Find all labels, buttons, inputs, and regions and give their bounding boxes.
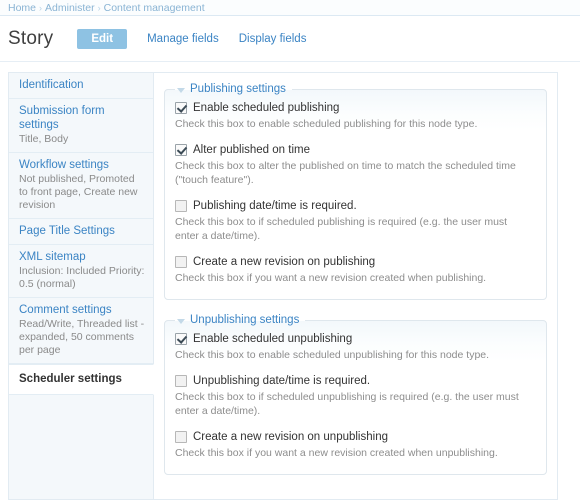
checkbox-label: Create a new revision on unpublishing xyxy=(193,431,388,443)
fieldset-legend[interactable]: Unpublishing settings xyxy=(175,314,305,326)
sidebar-item-summary: Title, Body xyxy=(19,133,69,145)
fieldset-legend-label: Publishing settings xyxy=(190,83,286,95)
sidebar-item-comment-settings[interactable]: Comment settings Read/Write, Threaded lis… xyxy=(9,298,153,364)
form-item: Create a new revision on unpublishing Che… xyxy=(175,430,536,460)
sidebar-item-submission-form-settings[interactable]: Submission form settings Title, Body xyxy=(9,99,153,153)
sidebar-item-page-title-settings[interactable]: Page Title Settings xyxy=(9,219,153,245)
fieldset-legend-label: Unpublishing settings xyxy=(190,314,300,326)
breadcrumb-item-home[interactable]: Home xyxy=(8,2,36,14)
checkbox-description: Check this box if you want a new revisio… xyxy=(175,272,487,284)
sidebar-item-label: Submission form settings xyxy=(19,105,105,131)
sidebar-item-summary: Not published, Promoted to front page, C… xyxy=(19,173,138,211)
checkbox-create-a-new-revision-on-unpublishing[interactable] xyxy=(175,431,187,443)
checkbox-row[interactable]: Enable scheduled unpublishing xyxy=(175,332,536,346)
checkbox-row[interactable]: Unpublishing date/time is required. xyxy=(175,374,536,388)
sidebar-item-summary: Inclusion: Included Priority: 0.5 (norma… xyxy=(19,265,145,290)
checkbox-row[interactable]: Publishing date/time is required. xyxy=(175,199,536,213)
sidebar-item-xml-sitemap[interactable]: XML sitemap Inclusion: Included Priority:… xyxy=(9,245,153,298)
checkbox-label: Create a new revision on publishing xyxy=(193,256,376,268)
sidebar-item-identification[interactable]: Identification xyxy=(9,73,153,99)
primary-tabs: Edit Manage fields Display fields xyxy=(77,28,317,49)
form-item: Create a new revision on publishing Check… xyxy=(175,255,536,285)
checkbox-row[interactable]: Alter published on time xyxy=(175,143,536,157)
checkbox-description: Check this box to enable scheduled publi… xyxy=(175,118,478,130)
form-item: Publishing date/time is required. Check t… xyxy=(175,199,536,243)
checkbox-description: Check this box to if scheduled unpublish… xyxy=(175,391,519,417)
checkbox-description: Check this box to alter the published on… xyxy=(175,160,516,186)
checkbox-publishing-date-time-is-required[interactable] xyxy=(175,200,187,212)
tab-manage-fields[interactable]: Manage fields xyxy=(137,29,229,49)
fieldset-unpublishing-settings: Unpublishing settings Enable scheduled un… xyxy=(164,314,547,475)
breadcrumb-separator: › xyxy=(97,3,101,13)
checkbox-enable-scheduled-unpublishing[interactable] xyxy=(175,333,187,345)
checkbox-label: Unpublishing date/time is required. xyxy=(193,375,371,387)
form-item: Alter published on time Check this box to… xyxy=(175,143,536,187)
checkbox-row[interactable]: Create a new revision on unpublishing xyxy=(175,430,536,444)
sidebar-item-workflow-settings[interactable]: Workflow settings Not published, Promoted… xyxy=(9,153,153,219)
breadcrumb-separator: › xyxy=(39,3,43,13)
checkbox-unpublishing-date-time-is-required[interactable] xyxy=(175,375,187,387)
sidebar-item-label: Scheduler settings xyxy=(19,373,122,385)
checkbox-enable-scheduled-publishing[interactable] xyxy=(175,102,187,114)
checkbox-description: Check this box to if scheduled publishin… xyxy=(175,216,508,242)
page-header: Story Edit Manage fields Display fields xyxy=(0,16,580,62)
form-item: Enable scheduled publishing Check this bo… xyxy=(175,101,536,131)
chevron-down-icon[interactable] xyxy=(177,87,185,93)
vertical-tab-content: Publishing settings Enable scheduled publ… xyxy=(154,73,557,499)
sidebar-item-label: Comment settings xyxy=(19,304,112,316)
breadcrumb: Home › Administer › Content management xyxy=(0,0,580,16)
tab-display-fields[interactable]: Display fields xyxy=(229,29,317,49)
fieldset-legend[interactable]: Publishing settings xyxy=(175,83,292,95)
page-title: Story xyxy=(8,27,54,49)
sidebar-item-label: Page Title Settings xyxy=(19,225,115,237)
settings-panel: Identification Submission form settings Ti… xyxy=(8,72,558,500)
fieldset-publishing-settings: Publishing settings Enable scheduled publ… xyxy=(164,83,547,300)
checkbox-alter-published-on-time[interactable] xyxy=(175,144,187,156)
sidebar-item-summary: Read/Write, Threaded list - expanded, 50… xyxy=(19,318,145,356)
checkbox-label: Enable scheduled publishing xyxy=(193,102,340,114)
checkbox-description: Check this box if you want a new revisio… xyxy=(175,447,498,459)
chevron-down-icon[interactable] xyxy=(177,318,185,324)
checkbox-label: Publishing date/time is required. xyxy=(193,200,357,212)
tab-edit[interactable]: Edit xyxy=(77,28,128,49)
checkbox-row[interactable]: Enable scheduled publishing xyxy=(175,101,536,115)
vertical-tabs-list: Identification Submission form settings Ti… xyxy=(9,73,154,499)
breadcrumb-item-administer[interactable]: Administer xyxy=(45,2,95,14)
sidebar-item-label: XML sitemap xyxy=(19,251,86,263)
checkbox-label: Alter published on time xyxy=(193,144,310,156)
page-body: Identification Submission form settings Ti… xyxy=(0,62,580,500)
sidebar-item-label: Identification xyxy=(19,79,84,91)
checkbox-label: Enable scheduled unpublishing xyxy=(193,333,353,345)
checkbox-description: Check this box to enable scheduled unpub… xyxy=(175,349,490,361)
form-item: Unpublishing date/time is required. Check… xyxy=(175,374,536,418)
form-item: Enable scheduled unpublishing Check this … xyxy=(175,332,536,362)
checkbox-row[interactable]: Create a new revision on publishing xyxy=(175,255,536,269)
breadcrumb-item-content-management[interactable]: Content management xyxy=(104,2,205,14)
checkbox-create-a-new-revision-on-publishing[interactable] xyxy=(175,256,187,268)
sidebar-item-scheduler-settings[interactable]: Scheduler settings xyxy=(9,364,154,395)
sidebar-item-label: Workflow settings xyxy=(19,159,109,171)
